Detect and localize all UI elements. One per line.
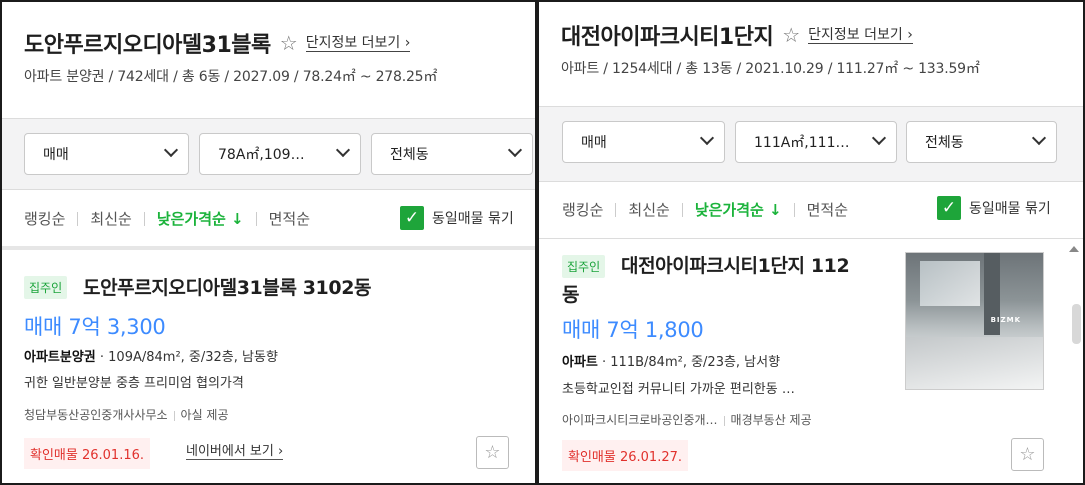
confirmed-listing-date: 확인매물 26.01.27. — [562, 440, 688, 471]
sort-lowest-price[interactable]: 낮은가격순 ↓ — [157, 208, 244, 229]
chevron-down-icon — [507, 142, 523, 158]
listing-type: 아파트분양권 — [24, 350, 96, 365]
sort-options: 랭킹순 최신순 낮은가격순 ↓ 면적순 — [562, 199, 848, 220]
divider — [255, 211, 257, 226]
bookmark-button[interactable]: ☆ — [476, 436, 509, 469]
view-on-naver-label: 네이버에서 보기 — [186, 444, 274, 459]
more-link-label: 단지정보 더보기 — [305, 34, 401, 51]
building-select[interactable]: 전체동 — [906, 121, 1057, 163]
favorite-star-icon[interactable]: ☆ — [280, 31, 298, 55]
building-value: 전체동 — [925, 135, 964, 151]
group-same-listings-toggle[interactable]: ✓ 동일매물 묶기 — [937, 196, 1051, 220]
divider — [793, 202, 795, 217]
photo-window — [920, 261, 980, 306]
star-outline-icon: ☆ — [1019, 444, 1036, 465]
group-same-listings-toggle[interactable]: ✓ 동일매물 묶기 — [400, 206, 514, 230]
complex-header: 대전아이파크시티1단지 ☆ 단지정보 더보기 › — [561, 19, 913, 51]
group-same-listings-label: 동일매물 묶기 — [969, 201, 1051, 217]
complex-meta: 아파트 / 1254세대 / 총 13동 / 2021.10.29 / 111.… — [561, 61, 980, 77]
sort-latest[interactable]: 최신순 — [628, 199, 669, 220]
photo-floor — [906, 337, 1043, 389]
view-on-naver-link[interactable]: 네이버에서 보기 › — [186, 444, 284, 460]
complex-name: 대전아이파크시티1단지 — [561, 25, 774, 50]
area-select[interactable]: 78A㎡,109… — [199, 133, 361, 175]
filter-bar: 매매 111A㎡,111… 전체동 — [539, 106, 1083, 182]
divider — [681, 202, 683, 217]
owner-badge: 집주인 — [24, 276, 68, 299]
photo-watermark: BIZMK — [990, 316, 1021, 324]
divider — [723, 415, 725, 426]
confirmed-listing-date: 확인매물 26.01.16. — [24, 438, 150, 469]
listing-title-line2: 동 — [562, 284, 580, 306]
complex-name: 도안푸르지오디아델31블록 — [24, 33, 271, 58]
chevron-right-icon: › — [404, 34, 411, 51]
building-select[interactable]: 전체동 — [371, 133, 533, 175]
bookmark-button[interactable]: ☆ — [1011, 438, 1044, 471]
agent-name: 청담부동산공인중개사사무소 — [24, 408, 168, 422]
building-value: 전체동 — [390, 147, 429, 163]
listing-spec-detail: · 111B/84m², 중/23층, 남서향 — [597, 355, 781, 370]
divider — [173, 410, 175, 421]
data-provider: 아실 제공 — [180, 408, 229, 422]
listing-agent-row: 아이파크시티크로바공인중개… 매경부동산 제공 — [562, 411, 812, 428]
chevron-right-icon: › — [278, 444, 284, 459]
agent-name: 아이파크시티크로바공인중개… — [562, 413, 718, 427]
checkbox-checked-icon: ✓ — [937, 196, 961, 220]
star-outline-icon: ☆ — [484, 442, 501, 463]
sort-area[interactable]: 면적순 — [807, 199, 848, 220]
trade-type-select[interactable]: 매매 — [562, 121, 725, 163]
right-listing-panel: 대전아이파크시티1단지 ☆ 단지정보 더보기 › 아파트 / 1254세대 / … — [537, 0, 1085, 485]
divider — [77, 211, 79, 226]
scrollbar-thumb[interactable] — [1072, 304, 1081, 344]
listing-price: 매매 7억 1,800 — [562, 318, 704, 342]
favorite-star-icon[interactable]: ☆ — [782, 23, 800, 47]
sort-ranking[interactable]: 랭킹순 — [24, 208, 65, 229]
sort-latest[interactable]: 최신순 — [90, 208, 131, 229]
complex-header: 도안푸르지오디아델31블록 ☆ 단지정보 더보기 › — [24, 27, 411, 59]
listing-price: 매매 7억 3,300 — [24, 315, 166, 339]
more-link-label: 단지정보 더보기 — [808, 26, 903, 43]
sort-options: 랭킹순 최신순 낮은가격순 ↓ 면적순 — [24, 208, 310, 229]
trade-type-value: 매매 — [43, 147, 69, 163]
listing-spec-detail: · 109A/84m², 중/32층, 남동향 — [95, 350, 278, 365]
area-value: 78A㎡,109… — [218, 147, 305, 163]
chevron-down-icon — [1031, 130, 1047, 146]
filter-bar: 매매 78A㎡,109… 전체동 — [2, 118, 535, 190]
listing-title: 도안푸르지오디아델31블록 3102동 — [83, 277, 372, 299]
listing-type: 아파트 — [562, 355, 598, 370]
sort-ranking[interactable]: 랭킹순 — [562, 199, 603, 220]
group-same-listings-label: 동일매물 묶기 — [432, 211, 514, 227]
listing-photo[interactable]: BIZMK — [905, 252, 1044, 390]
chevron-down-icon — [699, 130, 715, 146]
listing-spec: 아파트분양권 · 109A/84m², 중/32층, 남동향 — [24, 346, 278, 365]
listing-description: 초등학교인접 커뮤니티 가까운 편리한동 … — [562, 382, 795, 397]
listing-card[interactable]: 집주인 대전아이파크시티1단지 112 동 매매 7억 1,800 아파트 · … — [539, 239, 1083, 483]
area-value: 111A㎡,111… — [754, 135, 850, 151]
complex-info-more-link[interactable]: 단지정보 더보기 › — [305, 34, 411, 52]
complex-info-more-link[interactable]: 단지정보 더보기 › — [808, 27, 913, 44]
data-provider: 매경부동산 제공 — [730, 413, 812, 427]
chevron-down-icon — [163, 142, 179, 158]
left-listing-panel: 도안푸르지오디아델31블록 ☆ 단지정보 더보기 › 아파트 분양권 / 742… — [0, 0, 537, 485]
listing-agent-row: 청담부동산공인중개사사무소 아실 제공 — [24, 406, 229, 423]
trade-type-value: 매매 — [581, 135, 607, 151]
owner-badge: 집주인 — [562, 255, 606, 278]
sort-area[interactable]: 면적순 — [269, 208, 310, 229]
complex-meta: 아파트 분양권 / 742세대 / 총 6동 / 2027.09 / 78.24… — [24, 69, 438, 85]
divider — [143, 211, 145, 226]
listing-card[interactable]: 집주인 도안푸르지오디아델31블록 3102동 매매 7억 3,300 아파트분… — [2, 250, 535, 483]
area-select[interactable]: 111A㎡,111… — [735, 121, 897, 163]
divider — [615, 202, 617, 217]
scroll-up-arrow-icon[interactable] — [1069, 246, 1079, 252]
chevron-right-icon: › — [907, 26, 913, 43]
chevron-down-icon — [335, 142, 351, 158]
listing-description: 귀한 일반분양분 중층 프리미엄 협의가격 — [24, 376, 244, 391]
chevron-down-icon — [871, 130, 887, 146]
listing-spec: 아파트 · 111B/84m², 중/23층, 남서향 — [562, 351, 780, 370]
sort-lowest-price[interactable]: 낮은가격순 ↓ — [695, 199, 782, 220]
trade-type-select[interactable]: 매매 — [24, 133, 189, 175]
checkbox-checked-icon: ✓ — [400, 206, 424, 230]
listing-title-line1: 대전아이파크시티1단지 112 — [621, 255, 850, 277]
